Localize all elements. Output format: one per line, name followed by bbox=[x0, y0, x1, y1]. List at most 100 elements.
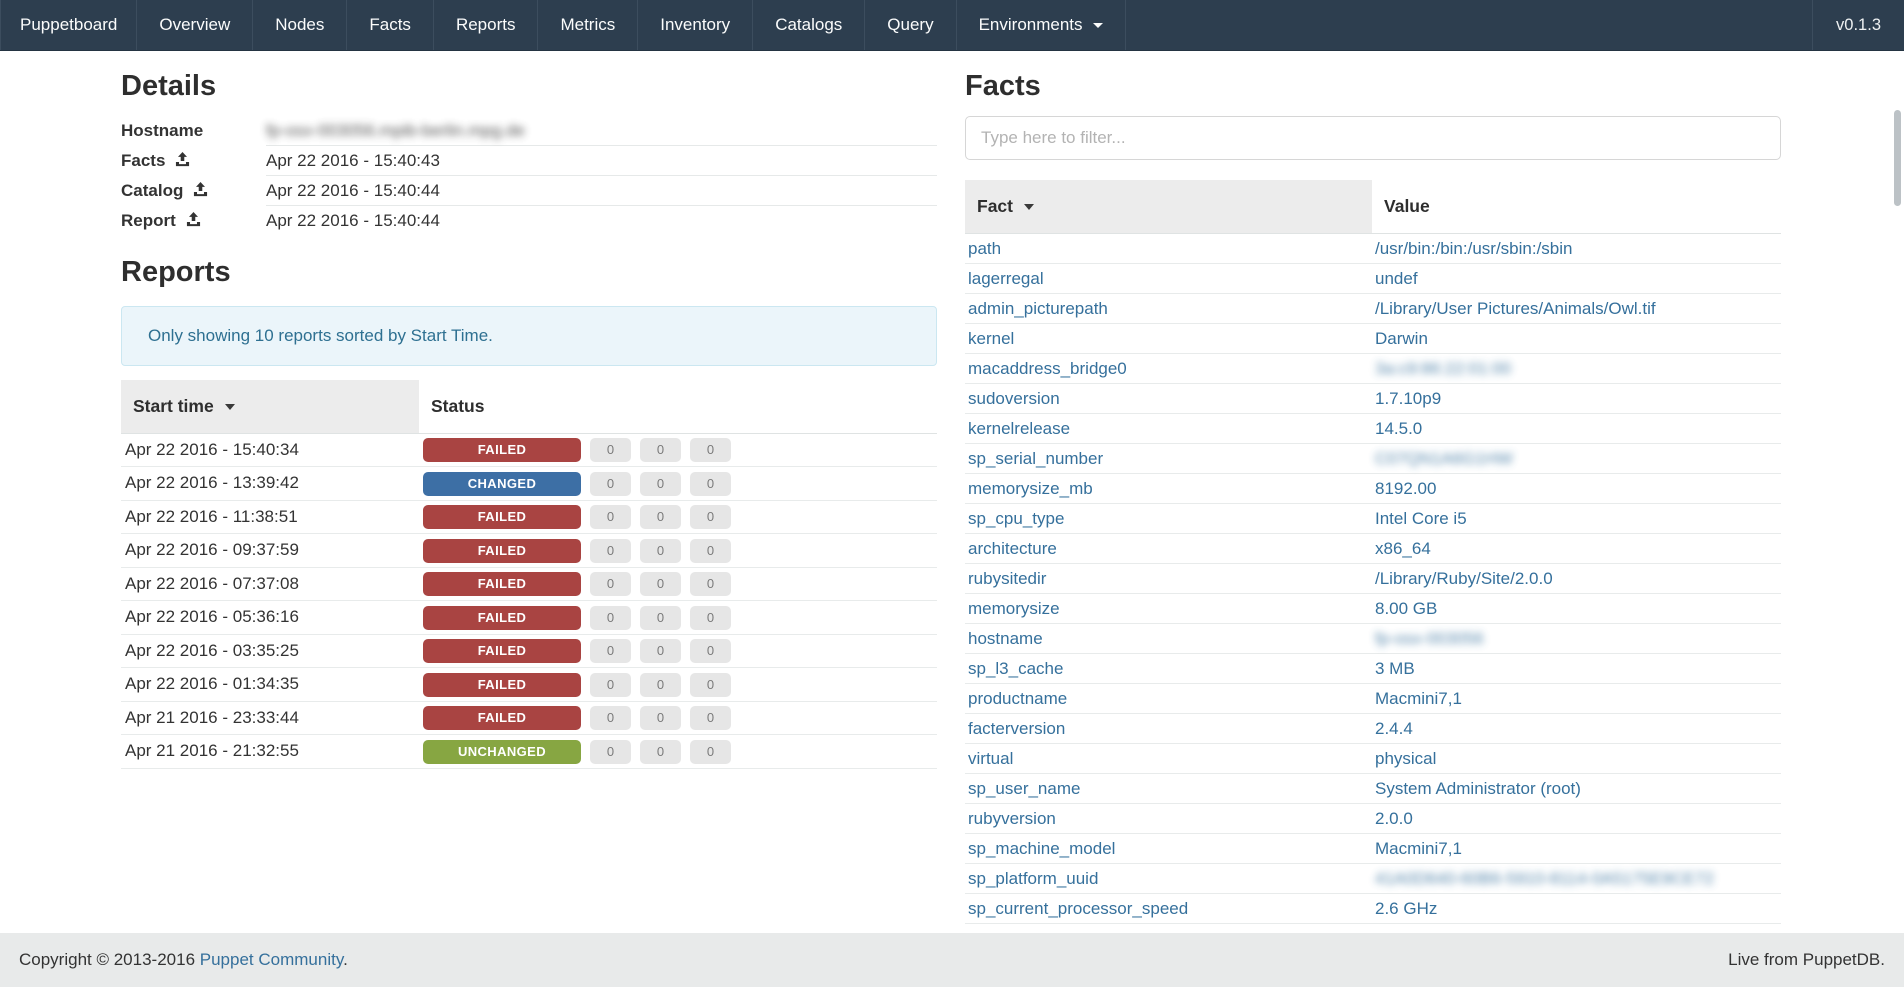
fact-name-link[interactable]: lagerregal bbox=[968, 269, 1044, 288]
fact-name-cell: memorysize_mb bbox=[965, 474, 1372, 504]
fact-value-link[interactable]: 8.00 GB bbox=[1375, 599, 1437, 618]
fact-name-cell: sp_user_name bbox=[965, 774, 1372, 804]
fact-name-link[interactable]: path bbox=[968, 239, 1001, 258]
fact-value-cell: Macmini7,1 bbox=[1372, 684, 1781, 714]
report-start-time: Apr 21 2016 - 21:32:55 bbox=[121, 735, 419, 769]
fact-name-link[interactable]: sp_user_name bbox=[968, 779, 1080, 798]
details-label: Report bbox=[121, 206, 266, 236]
details-table: Hostnamefp-osx-003056.mpib-berlin.mpg.de… bbox=[121, 116, 937, 236]
reports-column-status[interactable]: Status bbox=[419, 380, 937, 434]
fact-name-link[interactable]: sp_platform_uuid bbox=[968, 869, 1098, 888]
fact-value-link[interactable]: 41A0D640-60B6-5910-8114-0A5175E9CE72 bbox=[1375, 869, 1714, 888]
fact-row: sp_serial_number C07QN1A6G1HW bbox=[965, 444, 1781, 474]
fact-value-link[interactable]: 2.4.4 bbox=[1375, 719, 1413, 738]
fact-value-cell: 41A0D640-60B6-5910-8114-0A5175E9CE72 bbox=[1372, 864, 1781, 894]
caret-down-icon bbox=[1024, 204, 1034, 210]
fact-value-link[interactable]: x86_64 bbox=[1375, 539, 1431, 558]
fact-name-link[interactable]: kernelrelease bbox=[968, 419, 1070, 438]
footer-copyright: Copyright © 2013-2016 Puppet Community. bbox=[19, 950, 348, 970]
fact-name-cell: sp_serial_number bbox=[965, 444, 1372, 474]
report-start-time: Apr 22 2016 - 11:38:51 bbox=[121, 500, 419, 534]
fact-value-link[interactable]: System Administrator (root) bbox=[1375, 779, 1581, 798]
facts-filter-input[interactable] bbox=[965, 116, 1781, 160]
fact-name-link[interactable]: sp_current_processor_speed bbox=[968, 899, 1188, 918]
fact-name-cell: path bbox=[965, 234, 1372, 264]
fact-name-link[interactable]: rubyversion bbox=[968, 809, 1056, 828]
fact-name-link[interactable]: productname bbox=[968, 689, 1067, 708]
fact-name-link[interactable]: facterversion bbox=[968, 719, 1065, 738]
fact-value-link[interactable]: Macmini7,1 bbox=[1375, 689, 1462, 708]
fact-name-cell: macaddress_bridge0 bbox=[965, 354, 1372, 384]
metric-badge: 0 bbox=[690, 706, 731, 730]
fact-name-link[interactable]: sp_machine_model bbox=[968, 839, 1115, 858]
fact-name-link[interactable]: macaddress_bridge0 bbox=[968, 359, 1127, 378]
fact-row: kernelrelease 14.5.0 bbox=[965, 414, 1781, 444]
fact-value-cell: fp-osx-003056 bbox=[1372, 624, 1781, 654]
fact-name-link[interactable]: memorysize_mb bbox=[968, 479, 1093, 498]
fact-value-link[interactable]: /Library/Ruby/Site/2.0.0 bbox=[1375, 569, 1553, 588]
details-value: Apr 22 2016 - 15:40:43 bbox=[266, 146, 937, 176]
fact-value-link[interactable]: fp-osx-003056 bbox=[1375, 629, 1484, 648]
facts-header-row: Fact Value bbox=[965, 180, 1781, 234]
details-title: Details bbox=[121, 70, 937, 103]
fact-name-link[interactable]: virtual bbox=[968, 749, 1013, 768]
fact-value-link[interactable]: 8192.00 bbox=[1375, 479, 1436, 498]
fact-value-link[interactable]: 2.6 GHz bbox=[1375, 899, 1437, 918]
scrollbar[interactable] bbox=[1894, 110, 1901, 206]
footer: Copyright © 2013-2016 Puppet Community. … bbox=[0, 933, 1904, 987]
metric-badge: 0 bbox=[640, 706, 681, 730]
fact-name-link[interactable]: kernel bbox=[968, 329, 1014, 348]
navbar-brand[interactable]: Puppetboard bbox=[0, 0, 137, 50]
fact-name-link[interactable]: rubysitedir bbox=[968, 569, 1046, 588]
reports-column-start-time-label: Start time bbox=[133, 396, 214, 416]
nav-item-query[interactable]: Query bbox=[865, 0, 956, 50]
fact-name-link[interactable]: admin_picturepath bbox=[968, 299, 1108, 318]
caret-down-icon bbox=[225, 404, 235, 410]
fact-row: lagerregal undef bbox=[965, 264, 1781, 294]
facts-title: Facts bbox=[965, 70, 1781, 103]
fact-value-link[interactable]: C07QN1A6G1HW bbox=[1375, 449, 1513, 468]
facts-column-fact[interactable]: Fact bbox=[965, 180, 1372, 234]
fact-value-cell: C07QN1A6G1HW bbox=[1372, 444, 1781, 474]
fact-value-link[interactable]: /Library/User Pictures/Animals/Owl.tif bbox=[1375, 299, 1656, 318]
status-badge: CHANGED bbox=[423, 472, 581, 496]
fact-value-cell: 1.7.10p9 bbox=[1372, 384, 1781, 414]
nav-dropdown-environments[interactable]: Environments bbox=[957, 0, 1126, 50]
fact-value-cell: 3a:c9:86:22:01:00 bbox=[1372, 354, 1781, 384]
fact-name-link[interactable]: sp_serial_number bbox=[968, 449, 1103, 468]
fact-value-link[interactable]: Darwin bbox=[1375, 329, 1428, 348]
fact-value-link[interactable]: /usr/bin:/bin:/usr/sbin:/sbin bbox=[1375, 239, 1572, 258]
status-badge: FAILED bbox=[423, 539, 581, 563]
puppet-community-link[interactable]: Puppet Community bbox=[200, 950, 343, 969]
nav-item-overview[interactable]: Overview bbox=[137, 0, 253, 50]
fact-value-link[interactable]: physical bbox=[1375, 749, 1436, 768]
fact-value-link[interactable]: 14.5.0 bbox=[1375, 419, 1422, 438]
fact-value-link[interactable]: 3a:c9:86:22:01:00 bbox=[1375, 359, 1511, 378]
fact-name-link[interactable]: sp_cpu_type bbox=[968, 509, 1064, 528]
fact-value-link[interactable]: 3 MB bbox=[1375, 659, 1415, 678]
fact-value-link[interactable]: 2.0.0 bbox=[1375, 809, 1413, 828]
fact-name-link[interactable]: hostname bbox=[968, 629, 1043, 648]
facts-column-value[interactable]: Value bbox=[1372, 180, 1781, 234]
report-row: Apr 21 2016 - 21:32:55UNCHANGED000 bbox=[121, 735, 937, 769]
nav-item-facts[interactable]: Facts bbox=[347, 0, 434, 50]
fact-name-link[interactable]: sudoversion bbox=[968, 389, 1060, 408]
fact-row: macaddress_bridge0 3a:c9:86:22:01:00 bbox=[965, 354, 1781, 384]
nav-item-catalogs[interactable]: Catalogs bbox=[753, 0, 865, 50]
report-status-cell: FAILED000 bbox=[419, 601, 937, 635]
nav-item-nodes[interactable]: Nodes bbox=[253, 0, 347, 50]
fact-value-link[interactable]: 1.7.10p9 bbox=[1375, 389, 1441, 408]
fact-value-link[interactable]: undef bbox=[1375, 269, 1418, 288]
fact-value-link[interactable]: Intel Core i5 bbox=[1375, 509, 1467, 528]
nav-item-metrics[interactable]: Metrics bbox=[538, 0, 638, 50]
reports-column-start-time[interactable]: Start time bbox=[121, 380, 419, 434]
fact-name-link[interactable]: sp_l3_cache bbox=[968, 659, 1063, 678]
fact-name-link[interactable]: architecture bbox=[968, 539, 1057, 558]
fact-name-link[interactable]: memorysize bbox=[968, 599, 1060, 618]
nav-item-reports[interactable]: Reports bbox=[434, 0, 539, 50]
fact-name-cell: sp_machine_model bbox=[965, 834, 1372, 864]
report-start-time: Apr 22 2016 - 05:36:16 bbox=[121, 601, 419, 635]
fact-name-cell: sp_platform_uuid bbox=[965, 864, 1372, 894]
nav-item-inventory[interactable]: Inventory bbox=[638, 0, 753, 50]
fact-value-link[interactable]: Macmini7,1 bbox=[1375, 839, 1462, 858]
